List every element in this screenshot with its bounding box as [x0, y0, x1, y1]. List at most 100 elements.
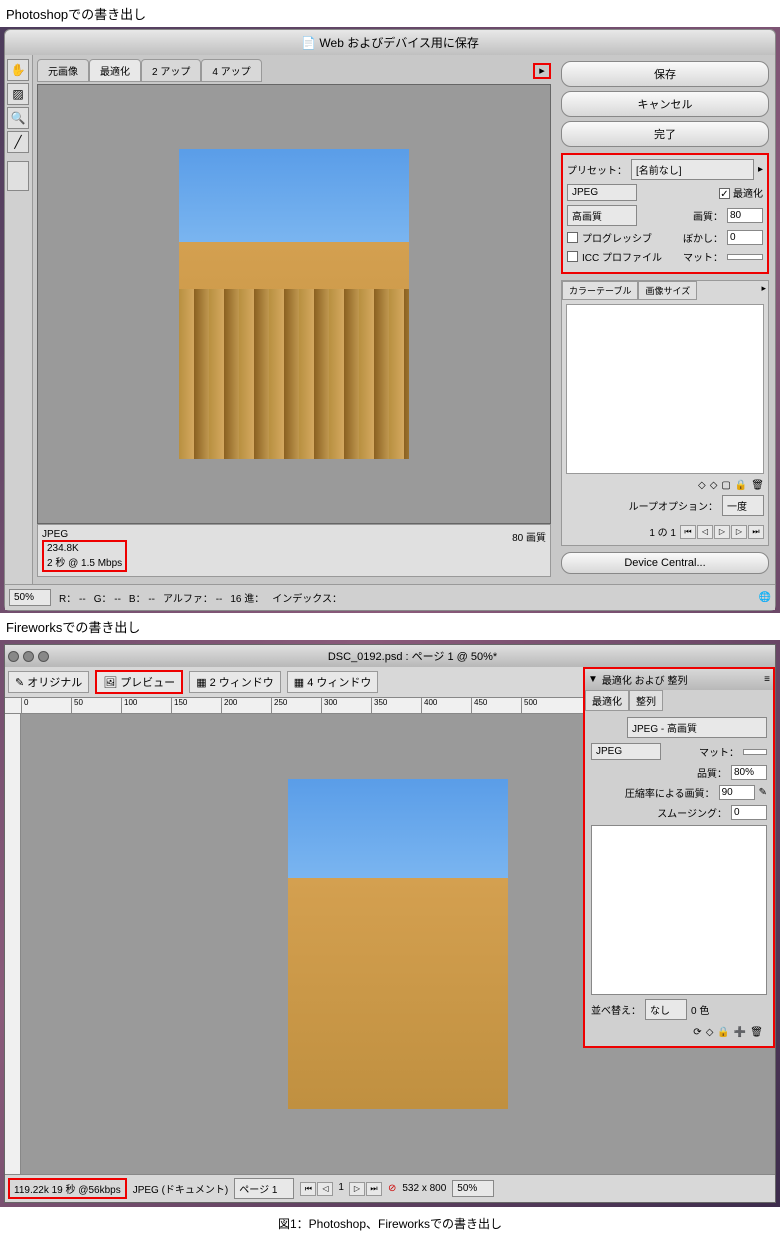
fw-tab-original[interactable]: ✎オリジナル	[8, 671, 89, 693]
ps-titlebar: 📄 Web およびデバイス用に保存	[5, 30, 775, 55]
optimize-label: 最適化	[733, 189, 763, 200]
status-zoom[interactable]: 50%	[452, 1180, 494, 1197]
panel-menu-icon[interactable]: ≡	[764, 674, 770, 685]
prev-frame-icon[interactable]: ◁	[697, 525, 713, 539]
fw-subtab-optimize[interactable]: 最適化	[585, 690, 629, 711]
play-icon[interactable]: ▷	[714, 525, 730, 539]
fw-lock-icon[interactable]: 🔒	[717, 1027, 729, 1038]
status-page-select[interactable]: ページ 1	[234, 1178, 294, 1199]
fw-smoothing-input[interactable]	[731, 805, 767, 820]
slice-tool-icon[interactable]: ▨	[7, 83, 29, 105]
done-button[interactable]: 完了	[561, 121, 769, 147]
blur-input[interactable]	[727, 230, 763, 245]
optimize-checkbox[interactable]: ✓	[719, 188, 730, 199]
fw-format-select[interactable]: JPEG	[591, 743, 661, 760]
fw-title: DSC_0192.psd : ページ 1 @ 50%*	[53, 648, 772, 664]
next-page-icon[interactable]: ▷	[349, 1182, 365, 1196]
color-swatch[interactable]	[7, 161, 29, 191]
fw-colortable	[591, 825, 767, 995]
prev-page-icon[interactable]: ◁	[317, 1182, 333, 1196]
trash-icon[interactable]: 🗑	[751, 480, 764, 491]
tab-optimized[interactable]: 最適化	[89, 59, 141, 82]
quality-input[interactable]	[727, 208, 763, 223]
fw-sort-select[interactable]: なし	[645, 999, 687, 1020]
save-button[interactable]: 保存	[561, 61, 769, 87]
fw-tab-preview[interactable]: 🖼プレビュー	[95, 670, 183, 694]
loop-select[interactable]: 一度	[722, 495, 764, 516]
first-frame-icon[interactable]: ⏮	[680, 525, 696, 539]
fw-tab-2up[interactable]: ▦2 ウィンドウ	[189, 671, 281, 693]
matte-label: マット：	[683, 249, 723, 264]
fw-selective-label: 圧縮率による画質：	[625, 785, 715, 800]
fw-matte-swatch[interactable]	[743, 749, 767, 755]
ps-doc-icon: 📄	[301, 36, 316, 50]
first-page-icon[interactable]: ⏮	[300, 1182, 316, 1196]
ct-icon3[interactable]: ▢	[721, 480, 730, 491]
image-icon: 🖼	[103, 676, 117, 689]
hand-tool-icon[interactable]: ✋	[7, 59, 29, 81]
fw-rebuild-icon[interactable]: ⟳	[693, 1027, 701, 1038]
ct-icon2[interactable]: ◇	[710, 480, 718, 491]
eyedropper-tool-icon[interactable]: ╱	[7, 131, 29, 153]
fw-sort-label: 並べ替え：	[591, 1002, 641, 1017]
fw-selective-input[interactable]	[719, 785, 755, 800]
preset-menu-icon[interactable]: ▸	[758, 164, 763, 175]
quality-preset-select[interactable]: 高画質	[567, 205, 637, 226]
fw-subtab-align[interactable]: 整列	[629, 690, 663, 711]
optimize-panel: プリセット： [名前なし] ▸ JPEG ✓ 最適化 高画質 画質： プログレッ…	[561, 153, 769, 274]
next-frame-icon[interactable]: ▷	[731, 525, 747, 539]
ps-section-label: Photoshopでの書き出し	[0, 0, 780, 27]
status-filesize: 119.22k 19 秒 @56kbps	[8, 1178, 127, 1199]
fw-smoothing-label: スムージング：	[657, 805, 727, 820]
zoom-select[interactable]: 50%	[9, 589, 51, 606]
info-loadtime: 2 秒 @ 1.5 Mbps	[47, 554, 122, 569]
zoom-tool-icon[interactable]: 🔍	[7, 107, 29, 129]
readout-g: G： --	[94, 590, 121, 605]
flyout-menu-icon[interactable]: ▸	[533, 63, 551, 79]
tab-original[interactable]: 元画像	[37, 59, 89, 82]
cancel-button[interactable]: キャンセル	[561, 91, 769, 117]
cancel-render-icon[interactable]: ⊘	[388, 1183, 396, 1194]
device-central-button[interactable]: Device Central...	[561, 552, 769, 574]
ct-icon1[interactable]: ◇	[698, 480, 706, 491]
fw-preview-image	[288, 779, 508, 1109]
page-indicator: 1 の 1	[649, 524, 676, 539]
fw-snap-icon[interactable]: ◇	[706, 1027, 714, 1038]
fw-color-count: 0 色	[691, 1002, 709, 1017]
ps-info-bar: JPEG 234.8K 2 秒 @ 1.5 Mbps 80 画質	[37, 524, 551, 577]
matte-select[interactable]	[727, 254, 763, 260]
edit-mask-icon[interactable]: ✎	[759, 787, 767, 798]
lock-icon[interactable]: 🔒	[735, 480, 747, 491]
subtab-imagesize[interactable]: 画像サイズ	[638, 281, 697, 300]
fw-panel-title-text: 最適化 および 整列	[602, 672, 688, 687]
ps-title: Web およびデバイス用に保存	[319, 36, 478, 50]
subpanel-menu-icon[interactable]: ▸	[759, 281, 768, 300]
progressive-checkbox[interactable]	[567, 232, 578, 243]
fw-quality-input[interactable]	[731, 765, 767, 780]
format-select[interactable]: JPEG	[567, 184, 637, 201]
browser-preview-icon[interactable]: 🌐	[759, 592, 771, 603]
fw-matte-label: マット：	[699, 744, 739, 759]
tab-4up[interactable]: 4 アップ	[201, 59, 261, 82]
minimize-icon[interactable]	[23, 651, 34, 662]
colortable-area	[566, 304, 764, 474]
disclosure-icon[interactable]: ▼	[588, 674, 598, 685]
last-page-icon[interactable]: ⏭	[366, 1182, 382, 1196]
fw-preset-select[interactable]: JPEG - 高画質	[627, 717, 767, 738]
readout-index: インデックス：	[272, 590, 342, 605]
icc-checkbox[interactable]	[567, 251, 578, 262]
loop-label: ループオプション：	[629, 498, 718, 513]
fw-tab-4up[interactable]: ▦4 ウィンドウ	[287, 671, 379, 693]
colortable-panel: カラーテーブル 画像サイズ ▸ ◇ ◇ ▢ 🔒 🗑 ループオプション： 一度	[561, 280, 769, 546]
readout-hex: 16 進：	[230, 590, 264, 605]
preset-select[interactable]: [名前なし]	[631, 159, 754, 180]
zoom-icon[interactable]	[38, 651, 49, 662]
fw-trash-icon[interactable]: 🗑	[750, 1027, 763, 1038]
subtab-colortable[interactable]: カラーテーブル	[562, 281, 638, 300]
tab-2up[interactable]: 2 アップ	[141, 59, 201, 82]
quality-label: 画質：	[693, 208, 723, 223]
last-frame-icon[interactable]: ⏭	[748, 525, 764, 539]
preview-image	[179, 149, 409, 459]
close-icon[interactable]	[8, 651, 19, 662]
fw-add-icon[interactable]: ➕	[734, 1027, 746, 1038]
